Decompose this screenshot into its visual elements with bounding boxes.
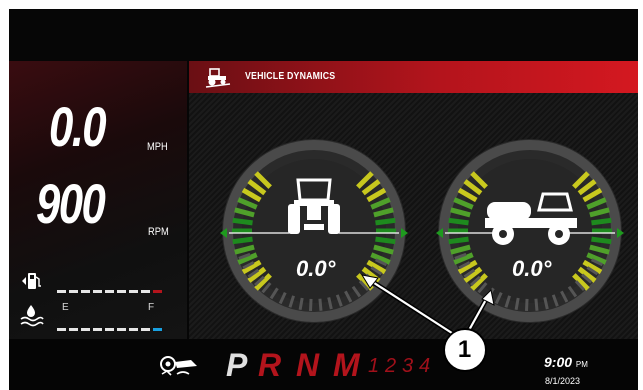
speed-value: 0.0 — [49, 95, 107, 158]
range-3: 3 — [402, 355, 414, 377]
callout-number: 1 — [457, 336, 472, 363]
gauge-tick — [591, 217, 612, 226]
rpm-unit: RPM — [148, 226, 169, 238]
dashboard-screen: 0.0 MPH 900 RPM E F VEHICLE DYNAMICS 0.0… — [9, 9, 638, 390]
callout-badge: 1 — [443, 328, 487, 372]
gear-manual: M — [333, 347, 360, 383]
gear-reverse: R — [258, 347, 282, 383]
gear-neutral: N — [296, 347, 320, 383]
clock-date: 8/1/2023 — [545, 376, 581, 386]
gauge-tick — [232, 217, 253, 226]
range-2: 2 — [385, 355, 397, 377]
range-4: 4 — [419, 355, 431, 377]
clock-time: 9:00 PM — [544, 354, 588, 370]
gauge-scale-mark — [298, 297, 304, 311]
pitch-angle-readout: 0.0° — [296, 256, 336, 281]
roll-angle-readout: 0.0° — [512, 256, 552, 281]
fuel-level-bar — [57, 281, 162, 293]
gauge-tick — [591, 236, 612, 245]
left-info-panel: 0.0 MPH 900 RPM E F — [9, 61, 187, 339]
vehicle-dynamics-panel: VEHICLE DYNAMICS 0.0° 0.0° — [189, 61, 638, 339]
panel-title: VEHICLE DYNAMICS — [245, 71, 336, 82]
gauge-scale-mark — [534, 298, 539, 311]
gauge-scale-mark — [514, 297, 520, 311]
clock-ampm: PM — [575, 360, 588, 369]
fuel-pump-icon — [21, 271, 43, 291]
gauge-tick — [232, 236, 253, 245]
pitch-gauge: 0.0° — [219, 136, 409, 326]
rpm-value: 900 — [36, 172, 106, 235]
gauge-tick — [375, 217, 396, 226]
gauge-tick — [448, 217, 469, 226]
def-fluid-icon — [19, 303, 45, 327]
def-full-label: F — [148, 302, 155, 313]
tractor-front-view-icon — [282, 174, 346, 238]
def-level-bar — [57, 319, 162, 331]
roll-gauge: 0.0° — [435, 136, 625, 326]
gauge-scale-mark — [525, 298, 529, 311]
clock-time-value: 9:00 — [544, 354, 573, 370]
panel-header: VEHICLE DYNAMICS — [189, 61, 638, 93]
speed-unit: MPH — [147, 141, 168, 153]
def-empty-label: E — [62, 302, 69, 313]
gauge-tick — [448, 236, 469, 245]
gauge-scale-mark — [318, 298, 323, 311]
gear-park: P — [226, 347, 248, 383]
transmission-oil-icon — [159, 352, 199, 378]
sprayer-side-view-icon — [481, 192, 581, 248]
gauge-scale-mark — [309, 298, 313, 311]
gauge-tick — [375, 236, 396, 245]
tractor-leveling-icon — [205, 67, 231, 89]
range-1: 1 — [368, 355, 380, 377]
